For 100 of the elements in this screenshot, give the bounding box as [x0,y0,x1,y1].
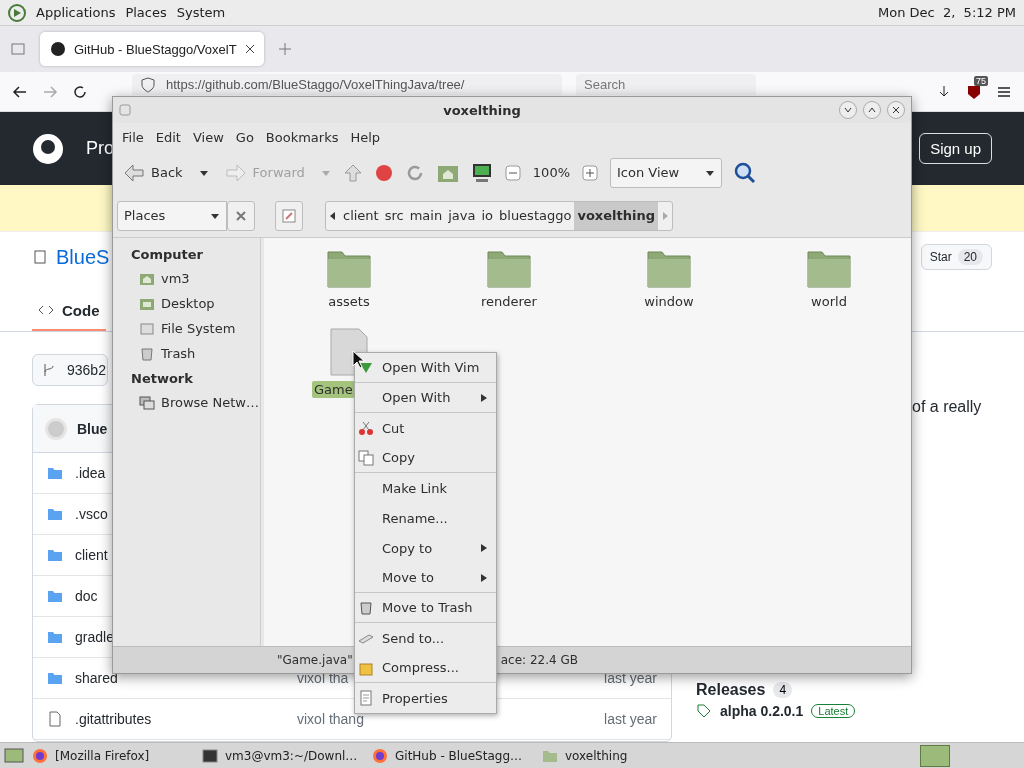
forward-arrow-icon [224,162,247,183]
sidebar-item[interactable]: Browse Netw… [131,390,260,415]
context-menu-item[interactable]: Open With [355,383,496,413]
commit-time: last year [603,711,657,727]
network-icon [139,394,155,411]
sidebar-item[interactable]: Desktop [131,291,260,316]
up-arrow-icon [342,162,363,183]
scissors-icon [358,420,374,436]
trash-icon [358,599,374,616]
file-name[interactable]: .idea [75,465,106,481]
context-menu-item[interactable]: Copy [355,443,496,473]
menu-item[interactable]: Go [229,129,260,145]
panel-menu[interactable]: System [176,5,226,20]
close-icon [892,106,900,114]
folder-icon [47,670,63,686]
releases-heading[interactable]: Releases [696,681,766,699]
clock[interactable]: Mon Dec 2, 5:12 PM [878,5,1016,20]
context-menu-item[interactable]: Send to... [355,623,496,653]
menu-item[interactable]: Help [344,129,387,145]
drive-icon [139,320,155,337]
repo-name[interactable]: BlueS [56,245,110,269]
context-menu-item[interactable]: Move to Trash [355,593,496,623]
file-label[interactable]: world [809,293,849,310]
pencil-icon [281,207,297,224]
search-field[interactable]: Search [576,74,756,95]
file-name[interactable]: shared [75,670,118,686]
minimize-button[interactable] [839,101,857,119]
sidebar-item[interactable]: vm3 [131,266,260,291]
tab-list-icon [10,41,26,57]
commit-message[interactable]: vixol thang [297,711,557,727]
close-button[interactable] [887,101,905,119]
menu-item[interactable]: Bookmarks [259,129,345,145]
close-pane-button[interactable] [227,200,255,231]
shield-icon [140,76,156,93]
file-name[interactable]: .vsco [75,506,108,522]
taskbar-button[interactable]: voxelthing [538,744,704,767]
view-select[interactable]: Icon View [610,157,722,188]
path-button[interactable]: main [406,201,446,230]
window-title: voxelthing [442,102,522,118]
zoom-out-icon [504,164,521,181]
tag-icon [696,703,712,719]
star-button[interactable]: Star 20 [920,244,992,270]
file-name[interactable]: doc [75,588,98,604]
sidebar-item[interactable]: File System [131,316,260,341]
path-button[interactable]: io [478,201,496,230]
edit-location-button[interactable] [275,200,303,231]
path-button[interactable]: java [445,201,479,230]
taskbar-button[interactable]: GitHub - BlueStagg… [368,744,534,767]
file-name[interactable]: .gitattributes [75,711,152,727]
path-button[interactable]: src [381,201,407,230]
path-button[interactable]: client [340,201,382,230]
menu-item[interactable]: Edit [149,129,187,145]
file-label[interactable]: window [642,293,696,310]
url-field[interactable]: https://github.com/BlueStaggo/VoxelThingJava/tree/ [132,74,562,95]
file-name[interactable]: gradle [75,629,114,645]
folder-icon [487,248,531,288]
plus-icon [278,42,292,56]
context-menu-item[interactable]: Move to [355,563,496,593]
path-button[interactable]: bluestaggo [496,201,575,230]
zoom-level: 100% [532,165,570,180]
workspace-switcher[interactable] [920,744,950,767]
sign-up-button[interactable]: Sign up [919,133,992,164]
close-icon [244,44,255,54]
context-menu-item[interactable]: Make Link [355,473,496,503]
browser-tab[interactable]: GitHub - BlueStaggo/VoxelT [40,32,264,66]
panel-menu[interactable]: Applications [36,5,116,20]
folder-icon [47,547,63,563]
folder-icon [47,588,63,604]
menu-item[interactable]: View [186,129,230,145]
sidebar-item[interactable]: Trash [131,341,260,366]
zoom-in-icon [582,164,598,181]
context-menu-item[interactable]: Properties [355,683,496,713]
places-select[interactable]: Places [117,200,227,231]
back-arrow-icon [123,162,145,183]
sidebar-heading: Computer [131,245,205,264]
file-name[interactable]: client [75,547,108,563]
file-label[interactable]: Game [312,381,355,398]
context-menu-item[interactable]: Cut [355,413,496,443]
file-label[interactable]: renderer [479,293,539,310]
file-label[interactable]: assets [326,293,372,310]
folder-icon [327,248,371,288]
context-menu-item[interactable]: Rename... [355,503,496,533]
folder-icon [647,248,691,288]
repo-icon [32,249,48,265]
release-name[interactable]: alpha 0.2.0.1 [720,703,804,719]
taskbar-button[interactable]: [Mozilla Firefox] [28,744,194,767]
taskbar-button[interactable]: vm3@vm3:~/Downl… [198,744,364,767]
path-button[interactable]: voxelthing [574,201,658,230]
cursor-icon [352,350,364,368]
back-button[interactable]: Back [119,160,187,185]
context-menu-item[interactable]: Copy to [355,533,496,563]
copy-icon [358,449,374,466]
folder-icon [47,465,63,481]
context-menu-item[interactable]: Compress... [355,653,496,683]
maximize-button[interactable] [863,101,881,119]
repo-tab[interactable]: Code [32,291,106,331]
menu-item[interactable]: File [116,129,150,145]
branch-button[interactable]: 936b2 [32,354,108,386]
document-icon [358,690,374,706]
panel-menu[interactable]: Places [125,5,167,20]
